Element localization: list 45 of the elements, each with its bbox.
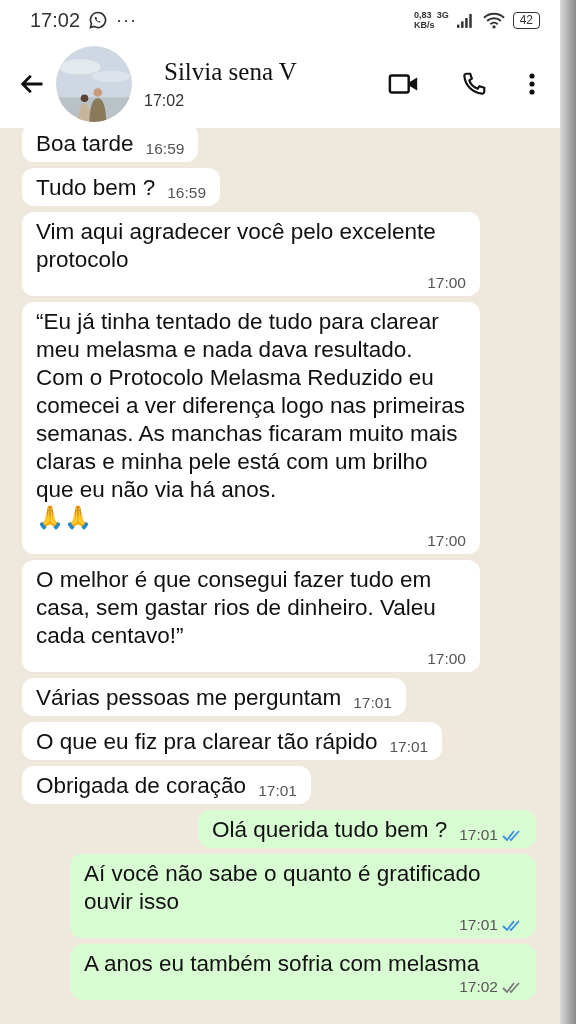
- wifi-icon: [482, 11, 505, 29]
- sent-message-bubble[interactable]: Aí você não sabe o quanto é gratificado ouvir isso 17:01: [70, 854, 536, 938]
- speed-unit: KB/s: [414, 20, 435, 30]
- message-text: Várias pessoas me perguntam: [36, 684, 342, 712]
- signal-icon: [456, 12, 475, 28]
- contact-name[interactable]: Silvia sena V: [164, 58, 388, 86]
- message-time: 17:01: [258, 782, 297, 800]
- received-message-bubble[interactable]: [22, 302, 480, 554]
- received-message-bubble[interactable]: O melhor é que consegui fazer tudo em casa, sem gastar rios de dinheiro. Valeu cada centavo!” 17:00: [22, 560, 480, 672]
- message-time: 17:02: [459, 978, 498, 996]
- battery-indicator: 42: [512, 11, 540, 29]
- message-time: 17:01: [353, 694, 392, 712]
- message-time: 17:01: [459, 916, 498, 934]
- received-message-bubble[interactable]: Obrigada de coração 17:01: [22, 766, 311, 804]
- message-time: 17:01: [459, 826, 498, 844]
- received-message-bubble[interactable]: Tudo bem ? 16:59: [22, 168, 221, 206]
- message-text: “Eu já tinha tentado de tudo para clarear meu melasma e nada dava resultado. Com o Protocolo Melasma Reduzido eu comecei a ver diferença logo nas primeiras semanas. As manchas ficaram muito mais claras e minha pele está com um brilho que eu não via há anos. 🙏🙏: [36, 308, 466, 532]
- message-time: 17:00: [427, 274, 466, 292]
- menu-icon[interactable]: [528, 72, 536, 96]
- message-text: Obrigada de coração: [36, 772, 247, 800]
- message-text: Aí você não sabe o quanto é gratificado ouvir isso: [84, 860, 482, 916]
- video-call-icon[interactable]: [388, 71, 420, 97]
- message-text: O que eu fiz pra clarear tão rápido: [36, 728, 378, 756]
- received-message-bubble[interactable]: O que eu fiz pra clarear tão rápido 17:01: [22, 722, 443, 760]
- message-text: A anos eu também sofria com melasma: [84, 950, 480, 978]
- sent-message-bubble[interactable]: A anos eu também sofria com melasma 17:02: [70, 944, 536, 1000]
- network-type: 3G: [436, 10, 449, 20]
- message-text: Olá querida tudo bem ?: [212, 816, 448, 844]
- received-message-bubble[interactable]: Vim aqui agradecer você pelo excelente protocolo 17:00: [22, 212, 480, 296]
- message-time: 16:59: [167, 184, 207, 202]
- speed-value: 0,83: [414, 10, 433, 20]
- message-time: 17:01: [389, 738, 429, 756]
- sent-message-bubble[interactable]: Olá querida tudo bem ? 17:01: [198, 810, 536, 848]
- message-text: O melhor é que consegui fazer tudo em casa, sem gastar rios de dinheiro. Valeu cada centavo!”: [36, 566, 437, 650]
- last-seen: 17:02: [144, 92, 186, 110]
- message-time: 17:00: [427, 532, 466, 550]
- message-time: 16:59: [145, 140, 185, 158]
- message-text: Boa tarde: [36, 130, 134, 158]
- status-time: 17:02: [30, 8, 81, 32]
- message-text: Tudo bem ?: [36, 174, 156, 202]
- more-notifications: ···: [116, 9, 138, 31]
- message-time: 17:00: [427, 650, 466, 668]
- chat-app-icon: [88, 10, 109, 30]
- message-text: Vim aqui agradecer você pelo excelente protocolo: [36, 218, 437, 274]
- received-message-bubble[interactable]: Várias pessoas me perguntam 17:01: [22, 678, 406, 716]
